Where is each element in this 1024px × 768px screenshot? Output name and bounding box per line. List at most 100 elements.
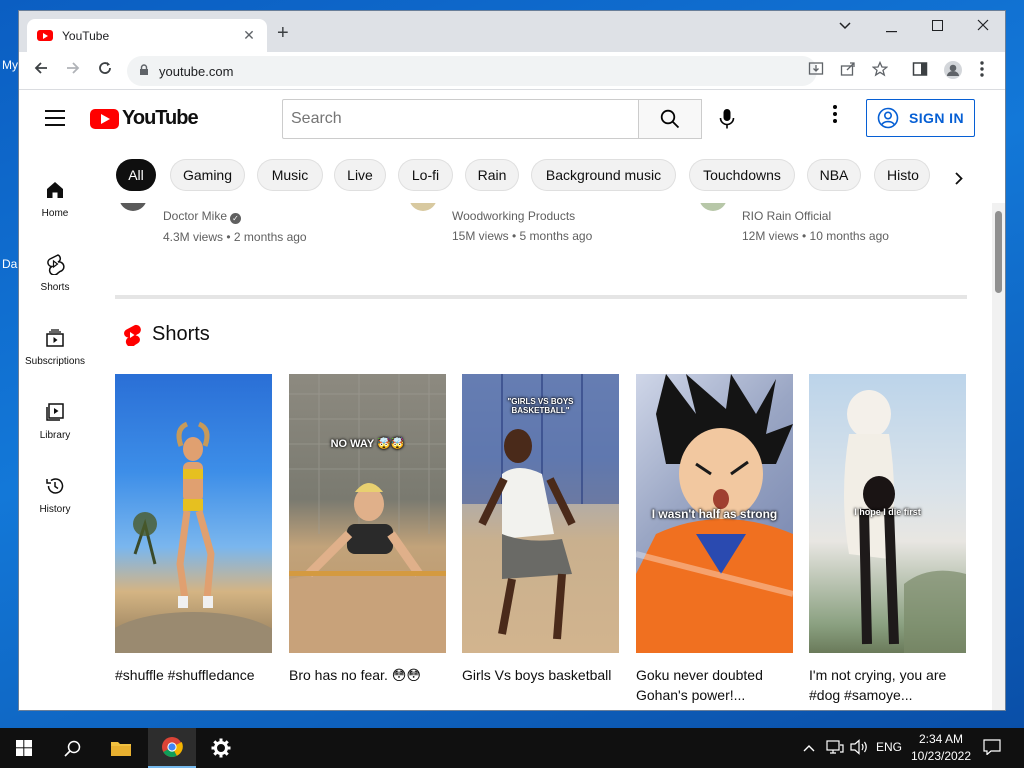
new-tab-button[interactable]: + — [277, 23, 289, 43]
short-thumbnail[interactable]: I hope I die first — [809, 374, 966, 653]
volume-icon[interactable] — [850, 739, 868, 758]
scrollbar-thumb[interactable] — [995, 211, 1002, 293]
show-hidden-icons-chevron-up-icon[interactable] — [803, 740, 815, 755]
chip-lofi[interactable]: Lo-fi — [398, 159, 453, 191]
tab-strip: YouTube ✕ + — [19, 11, 1005, 52]
short-thumbnail[interactable]: "GIRLS VS BOYS BASKETBALL" — [462, 374, 619, 653]
search-button[interactable] — [638, 99, 702, 139]
short-overlay-text: "GIRLS VS BOYS BASKETBALL" — [507, 397, 574, 415]
chip-touchdowns[interactable]: Touchdowns — [689, 159, 795, 191]
taskbar-clock[interactable]: 2:34 AM 10/23/2022 — [906, 731, 976, 765]
input-language-indicator[interactable]: ENG — [876, 740, 902, 754]
channel-avatar[interactable] — [409, 203, 437, 211]
search-icon — [660, 109, 680, 129]
chip-rain[interactable]: Rain — [465, 159, 519, 191]
minimize-button[interactable] — [868, 20, 914, 37]
short-thumbnail[interactable] — [115, 374, 272, 653]
settings-taskbar-button[interactable] — [197, 728, 245, 768]
short-card[interactable]: I wasn't half as strong Goku never doubt… — [636, 374, 793, 705]
network-icon[interactable] — [826, 739, 844, 758]
sidebar-item-home[interactable]: Home — [19, 178, 91, 219]
chevron-right-icon[interactable] — [955, 169, 963, 190]
close-window-button[interactable] — [960, 18, 1005, 35]
browser-menu-dots-icon[interactable] — [980, 61, 984, 81]
channel-avatar[interactable] — [119, 203, 147, 211]
settings-dots-icon[interactable] — [833, 105, 837, 127]
sidebar-item-subscriptions[interactable]: Subscriptions — [19, 326, 91, 367]
sidebar-item-library[interactable]: Library — [19, 400, 91, 441]
reload-icon[interactable] — [94, 60, 116, 81]
sidebar-item-label: Subscriptions — [24, 356, 86, 367]
short-card[interactable]: NO WAY 🤯🤯 Bro has no fear. 😳😳 — [289, 374, 446, 705]
chip-music[interactable]: Music — [257, 159, 323, 191]
tab-close-icon[interactable]: ✕ — [241, 27, 257, 44]
hamburger-menu-icon[interactable] — [45, 110, 65, 131]
chip-all[interactable]: All — [116, 159, 156, 191]
search-input[interactable] — [282, 99, 639, 139]
youtube-favicon-icon — [37, 30, 53, 41]
chrome-icon — [162, 737, 183, 758]
home-icon — [43, 178, 67, 202]
windows-taskbar: ENG 2:34 AM 10/23/2022 — [0, 728, 1024, 768]
short-card[interactable]: I hope I die first I'm not crying, you a… — [809, 374, 966, 705]
sign-in-label: SIGN IN — [909, 110, 964, 126]
sidebar-item-history[interactable]: History — [19, 474, 91, 515]
windows-logo-icon — [16, 740, 32, 756]
video-meta: RIO Rain Official 12M views • 10 months … — [742, 209, 889, 243]
chip-live[interactable]: Live — [334, 159, 386, 191]
channel-name[interactable]: Doctor Mike ✓ — [163, 209, 307, 224]
tab-title: YouTube — [62, 28, 110, 43]
short-thumbnail[interactable]: I wasn't half as strong — [636, 374, 793, 653]
chip-nba[interactable]: NBA — [807, 159, 861, 191]
share-icon[interactable] — [840, 61, 856, 81]
sidebar-item-shorts[interactable]: Shorts — [19, 252, 91, 293]
address-bar[interactable]: youtube.com — [127, 56, 817, 86]
short-overlay-text: I wasn't half as strong — [651, 507, 778, 521]
channel-name[interactable]: RIO Rain Official — [742, 209, 889, 223]
short-card[interactable]: "GIRLS VS BOYS BASKETBALL" Girls Vs boys… — [462, 374, 619, 705]
short-thumbnail[interactable]: NO WAY 🤯🤯 — [289, 374, 446, 653]
side-panel-icon[interactable] — [912, 61, 928, 81]
taskbar-search-button[interactable] — [48, 728, 96, 768]
channel-avatar[interactable] — [699, 203, 727, 211]
voice-search-mic-icon[interactable] — [719, 108, 735, 135]
sign-in-button[interactable]: SIGN IN — [866, 99, 975, 137]
chip-gaming[interactable]: Gaming — [170, 159, 245, 191]
page-scrollbar[interactable] — [992, 203, 1005, 710]
tab-search-chevron-down-icon[interactable] — [822, 17, 868, 34]
file-explorer-button[interactable] — [97, 728, 145, 768]
lock-icon[interactable] — [139, 63, 149, 79]
video-stats: 4.3M views • 2 months ago — [163, 230, 307, 244]
chrome-taskbar-button[interactable] — [148, 728, 196, 768]
video-meta: Woodworking Products 15M views • 5 month… — [452, 209, 592, 243]
chip-background-music[interactable]: Background music — [531, 159, 676, 191]
channel-name[interactable]: Woodworking Products — [452, 209, 592, 223]
youtube-logo[interactable]: YouTube — [90, 107, 199, 130]
tab-youtube[interactable]: YouTube ✕ — [27, 19, 267, 52]
history-icon — [43, 474, 67, 498]
subscriptions-icon — [43, 326, 67, 350]
short-title[interactable]: I'm not crying, you are #dog #samoye... — [809, 665, 966, 705]
short-title[interactable]: #shuffle #shuffledance — [115, 665, 272, 705]
maximize-button[interactable] — [914, 18, 960, 35]
bookmark-star-icon[interactable] — [871, 60, 889, 81]
back-arrow-icon[interactable] — [30, 60, 52, 81]
shorts-logo-icon — [123, 324, 141, 347]
youtube-play-logo-icon — [90, 108, 119, 129]
notifications-icon[interactable] — [983, 739, 1001, 758]
sidebar-item-label: Home — [41, 208, 69, 219]
desktop-icon-label[interactable]: Da — [2, 257, 17, 271]
forward-arrow-icon[interactable] — [62, 60, 84, 81]
desktop-icon-label[interactable]: My — [2, 58, 18, 72]
short-title[interactable]: Girls Vs boys basketball — [462, 665, 619, 705]
browser-window: YouTube ✕ + youtube.com YouTube Search S… — [18, 10, 1006, 711]
short-card[interactable]: #shuffle #shuffledance — [115, 374, 272, 705]
profile-avatar-icon[interactable] — [943, 60, 963, 84]
sidebar-item-label: Shorts — [40, 282, 70, 293]
short-title[interactable]: Goku never doubted Gohan's power!... — [636, 665, 793, 705]
short-title[interactable]: Bro has no fear. 😳😳 — [289, 665, 446, 705]
install-app-icon[interactable] — [808, 61, 824, 81]
start-button[interactable] — [0, 728, 48, 768]
chip-history[interactable]: Histo — [874, 159, 930, 191]
shorts-icon — [43, 252, 67, 276]
